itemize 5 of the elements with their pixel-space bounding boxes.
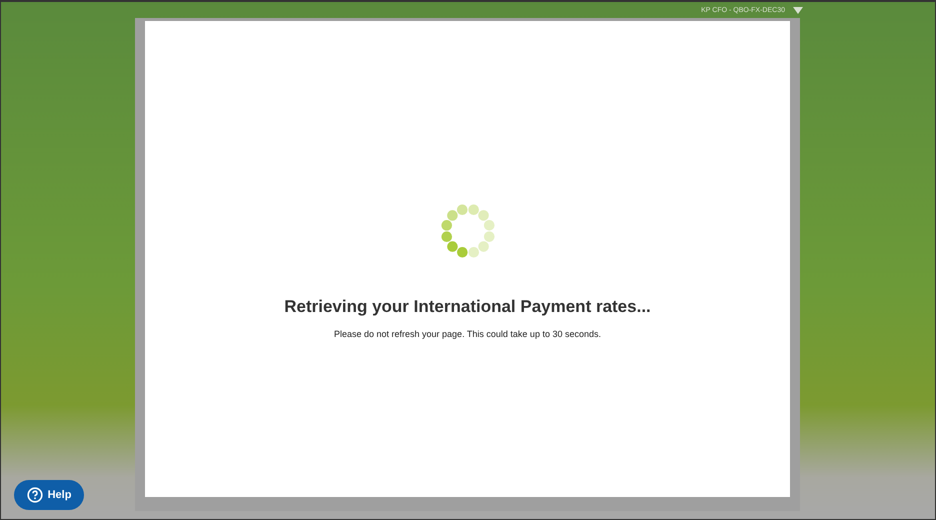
help-button[interactable]: Help [14, 480, 84, 510]
dialog-message: Please do not refresh your page. This could take up to 30 seconds. [334, 329, 601, 339]
dialog-title: Retrieving your International Payment rates... [284, 297, 651, 317]
question-icon [26, 487, 43, 503]
caret-icon[interactable] [793, 6, 803, 14]
